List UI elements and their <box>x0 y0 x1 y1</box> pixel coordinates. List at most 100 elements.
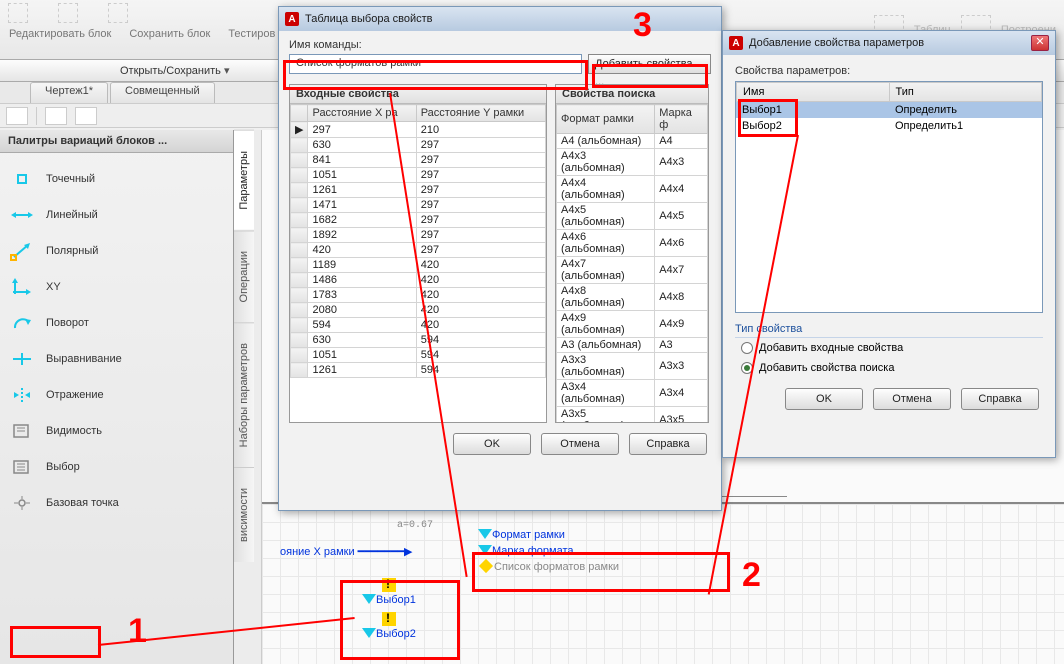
palette-item-icon <box>10 457 34 477</box>
palette-item[interactable]: Выравнивание <box>2 341 231 377</box>
dlg2-help-button[interactable]: Справка <box>961 388 1039 410</box>
table-row[interactable]: 1261297 <box>291 183 546 198</box>
palette-item-icon <box>10 313 34 333</box>
palette-item-label: Поворот <box>46 317 89 329</box>
table-row[interactable]: 1783420 <box>291 288 546 303</box>
table-row[interactable]: A4x6 (альбомная)A4x6 <box>557 230 708 257</box>
tab-combined[interactable]: Совмещенный <box>110 82 215 103</box>
annot-num-3: 3 <box>633 6 652 45</box>
col-xdist[interactable]: Расстояние X ра <box>308 105 416 122</box>
table-row[interactable]: 2080420 <box>291 303 546 318</box>
toolbar-label[interactable]: Сохранить блок <box>125 28 214 40</box>
dlg2-cancel-button[interactable]: Отмена <box>873 388 951 410</box>
palette-item[interactable]: Выбор <box>2 449 231 485</box>
toolbar-icon[interactable] <box>8 3 28 23</box>
cmd-icon[interactable] <box>6 107 28 125</box>
palette-item-label: Базовая точка <box>46 497 119 509</box>
col-type[interactable]: Тип <box>890 82 1043 102</box>
col-format[interactable]: Формат рамки <box>557 105 655 134</box>
schem-v2: Выбор2 <box>376 628 416 640</box>
table-row[interactable]: A3x3 (альбомная)A3x3 <box>557 353 708 380</box>
table-row[interactable]: A3x5 (альбомная)A3x5 <box>557 407 708 423</box>
table-row[interactable]: A4x7 (альбомная)A4x7 <box>557 257 708 284</box>
dlg1-ok-button[interactable]: OK <box>453 433 531 455</box>
palette-item-icon <box>10 385 34 405</box>
table-row[interactable]: 1051594 <box>291 348 546 363</box>
table-row[interactable]: A4x4 (альбомная)A4x4 <box>557 176 708 203</box>
table-row[interactable]: A4 (альбомная)A4 <box>557 134 708 149</box>
col-ydist[interactable]: Расстояние Y рамки <box>416 105 545 122</box>
col-name[interactable]: Имя <box>736 82 890 102</box>
side-tabs: Параметры Операции Наборы параметров вис… <box>234 130 262 664</box>
menu-open-save[interactable]: Открыть/Сохранить <box>120 65 230 77</box>
dlg1-titlebar[interactable]: A Таблица выбора свойств <box>279 7 721 31</box>
chevron-down-icon <box>362 628 376 638</box>
palette-item[interactable]: Точечный <box>2 161 231 197</box>
radio-label: Добавить свойства поиска <box>759 362 894 374</box>
dlg1-cancel-button[interactable]: Отмена <box>541 433 619 455</box>
palette-item[interactable]: Поворот <box>2 305 231 341</box>
radio-label: Добавить входные свойства <box>759 342 903 354</box>
side-tab-params[interactable]: Параметры <box>234 130 254 230</box>
table-row[interactable]: 1892297 <box>291 228 546 243</box>
table-row[interactable]: 630297 <box>291 138 546 153</box>
cmd-icon[interactable] <box>45 107 67 125</box>
side-tab-ops[interactable]: Операции <box>234 230 254 322</box>
palette-item[interactable]: Линейный <box>2 197 231 233</box>
table-row[interactable]: 1471297 <box>291 198 546 213</box>
table-row[interactable]: A4x5 (альбомная)A4x5 <box>557 203 708 230</box>
table-row[interactable]: A4x8 (альбомная)A4x8 <box>557 284 708 311</box>
table-row[interactable]: 841297 <box>291 153 546 168</box>
toolbar-label[interactable]: Редактировать блок <box>5 28 115 40</box>
cmd-icon[interactable] <box>75 107 97 125</box>
palette-item[interactable]: Отражение <box>2 377 231 413</box>
table-row[interactable]: 630594 <box>291 333 546 348</box>
palette-item-label: Выбор <box>46 461 80 473</box>
table-row[interactable]: ▶297210 <box>291 122 546 138</box>
list-item[interactable]: Выбор1Определить <box>736 102 1042 118</box>
dlg2-titlebar[interactable]: A Добавление свойства параметров ✕ <box>723 31 1055 55</box>
palette-item[interactable]: XY <box>2 269 231 305</box>
table-row[interactable]: A4x9 (альбомная)A4x9 <box>557 311 708 338</box>
dlg2-ok-button[interactable]: OK <box>785 388 863 410</box>
dlg1-help-button[interactable]: Справка <box>629 433 707 455</box>
side-tab-sets[interactable]: Наборы параметров <box>234 322 254 467</box>
toolbar-icon[interactable] <box>58 3 78 23</box>
palette-item-icon <box>10 493 34 513</box>
chevron-down-icon <box>478 545 492 555</box>
palette-item[interactable]: Базовая точка <box>2 485 231 521</box>
app-logo-icon: A <box>729 36 743 50</box>
param-list[interactable]: Имя Тип Выбор1ОпределитьВыбор2Определить… <box>735 81 1043 313</box>
radio-input-props[interactable]: Добавить входные свойства <box>735 338 1043 358</box>
search-props-header: Свойства поиска <box>556 85 708 104</box>
dlg1-title: Таблица выбора свойств <box>305 13 715 25</box>
palette-item[interactable]: Видимость <box>2 413 231 449</box>
table-row[interactable]: 594420 <box>291 318 546 333</box>
schem-mark: Марка формата <box>492 545 574 557</box>
table-row[interactable]: A3x4 (альбомная)A3x4 <box>557 380 708 407</box>
toolbar-label[interactable]: Тестиров <box>224 28 279 40</box>
col-mark[interactable]: Марка ф <box>655 105 708 134</box>
side-tab-deps[interactable]: висимости <box>234 467 254 562</box>
table-row[interactable]: A3 (альбомная)A3 <box>557 338 708 353</box>
radio-search-props[interactable]: Добавить свойства поиска <box>735 358 1043 378</box>
add-properties-button[interactable]: Добавить свойства ... <box>588 54 711 74</box>
table-row[interactable]: A4x3 (альбомная)A4x3 <box>557 149 708 176</box>
palette-item[interactable]: Полярный <box>2 233 231 269</box>
list-item[interactable]: Выбор2Определить1 <box>736 118 1042 134</box>
palette-item-label: Отражение <box>46 389 104 401</box>
close-icon[interactable]: ✕ <box>1031 35 1049 51</box>
palette-item-icon <box>10 421 34 441</box>
table-row[interactable]: 1682297 <box>291 213 546 228</box>
tab-drawing[interactable]: Чертеж1* <box>30 82 108 103</box>
palette-item-label: Видимость <box>46 425 102 437</box>
schem-dim: a=0.67 <box>397 520 433 531</box>
command-name-input[interactable]: Список форматов рамки <box>289 54 582 74</box>
palette-title: Палитры вариаций блоков ... <box>0 130 233 153</box>
table-row[interactable]: 1051297 <box>291 168 546 183</box>
toolbar-icon[interactable] <box>108 3 128 23</box>
palette-item-label: Выравнивание <box>46 353 122 365</box>
chevron-down-icon <box>362 594 376 604</box>
table-row[interactable]: 420297 <box>291 243 546 258</box>
table-row[interactable]: 1261594 <box>291 363 546 378</box>
